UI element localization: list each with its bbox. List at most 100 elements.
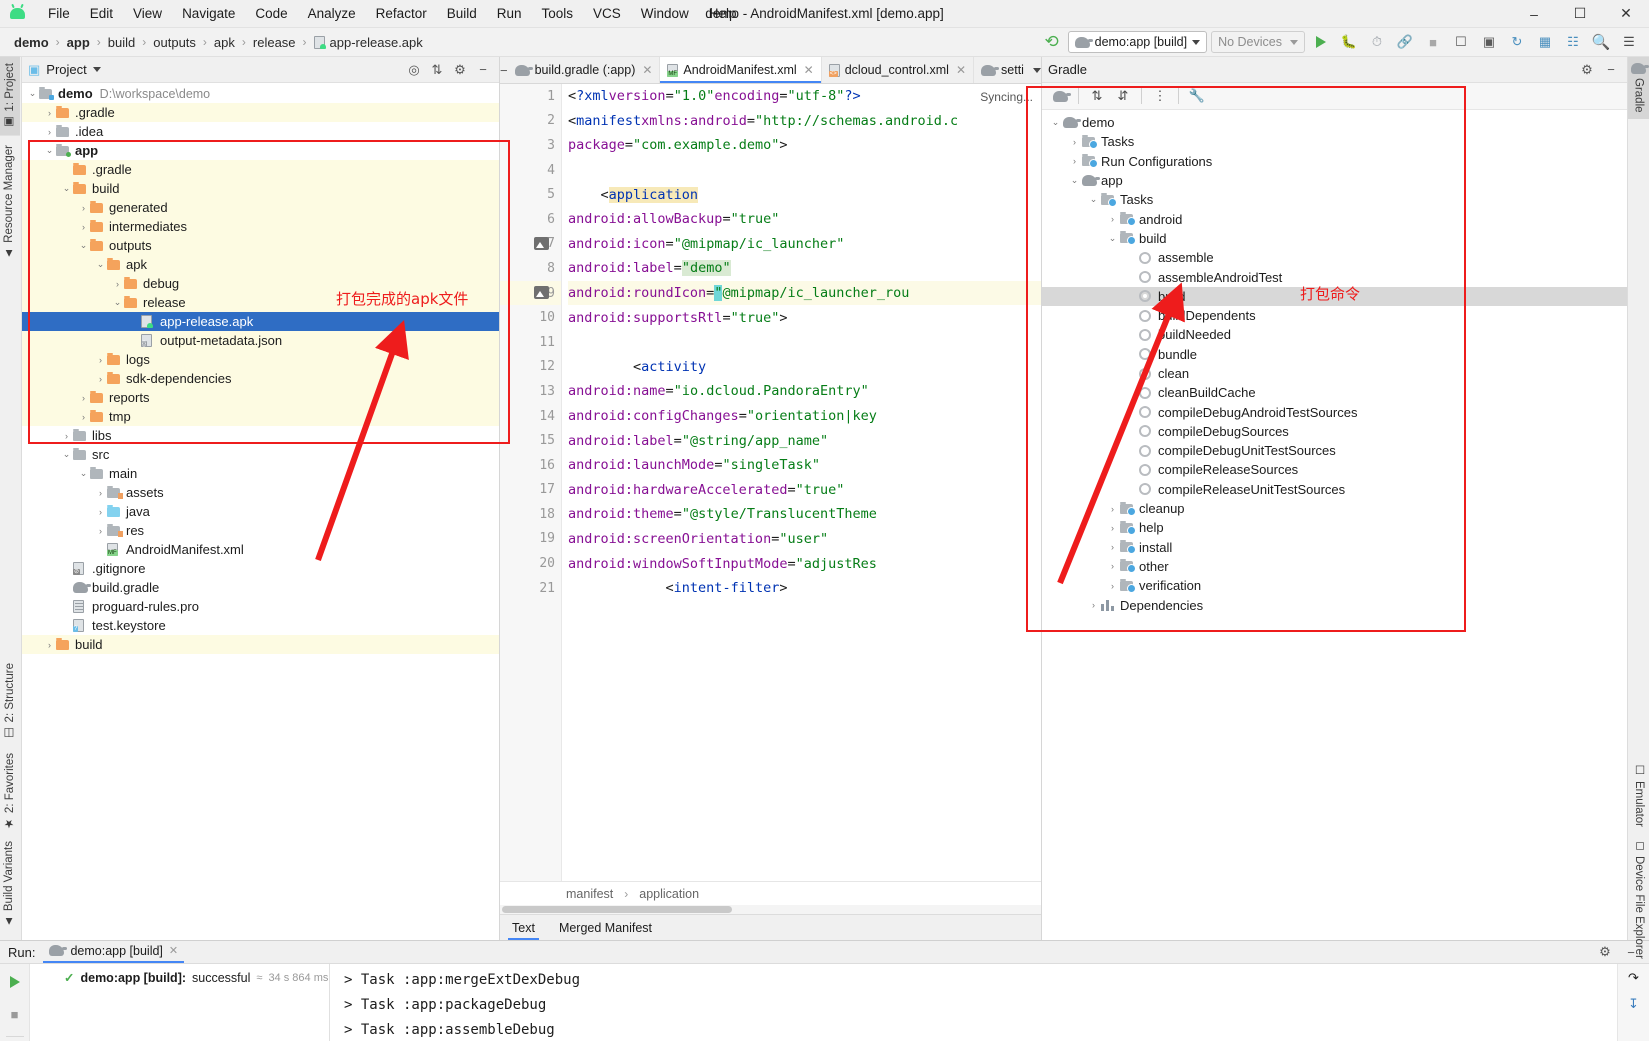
gear-icon[interactable]: ⚙ <box>1577 60 1597 80</box>
project-tree-item[interactable]: ⊘ .gitignore <box>22 559 499 578</box>
collapse-all-icon[interactable]: ⇵ <box>1111 86 1135 107</box>
menu-code[interactable]: Code <box>245 3 297 24</box>
collapse-icon[interactable]: − <box>500 57 508 83</box>
maximize-button[interactable]: ☐ <box>1557 0 1603 28</box>
gradle-tree-item[interactable]: ⌄ build <box>1042 229 1627 248</box>
code-line[interactable]: package = "com.example.demo" > <box>568 133 1041 158</box>
expand-arrow-icon[interactable]: › <box>94 488 107 498</box>
project-tree-item[interactable]: › debug <box>22 274 499 293</box>
tab-settings-gradle[interactable]: setti <box>974 57 1041 83</box>
project-tree-item[interactable]: ⌄ build <box>22 179 499 198</box>
chevron-down-icon[interactable] <box>1032 67 1041 73</box>
project-tree-item[interactable]: build.gradle <box>22 578 499 597</box>
image-preview-icon[interactable] <box>534 236 549 250</box>
gradle-tree-item[interactable]: compileDebugAndroidTestSources <box>1042 402 1627 421</box>
gradle-tree-item[interactable]: compileDebugSources <box>1042 422 1627 441</box>
menu-tools[interactable]: Tools <box>532 3 584 24</box>
breadcrumb-outputs[interactable]: outputs <box>151 35 198 50</box>
code-line[interactable]: android:roundIcon = " @mipmap/ic_launcher_r… <box>568 280 1041 306</box>
run-task-tree[interactable]: ✓ demo:app [build]: successful ≈ 34 s 86… <box>30 964 330 1041</box>
expand-arrow-icon[interactable]: › <box>43 640 56 650</box>
expand-arrow-icon[interactable]: › <box>1105 542 1120 552</box>
project-tree-item[interactable]: ⌄ src <box>22 445 499 464</box>
gear-icon[interactable]: ⚙ <box>1595 942 1615 962</box>
build-output-console[interactable]: > Task :app:mergeExtDexDebug > Task :app:… <box>330 964 1617 1041</box>
sidebar-item-gradle[interactable]: Gradle <box>1628 57 1649 119</box>
code-line[interactable]: <activity− <box>568 355 1041 380</box>
soft-wrap-icon[interactable]: ↷ <box>1628 970 1639 986</box>
hammer-icon[interactable]: ⟲ <box>1040 31 1064 53</box>
breadcrumb-file[interactable]: app-release.apk <box>312 35 425 50</box>
project-tree-item[interactable]: › .gradle <box>22 103 499 122</box>
gradle-tree-item[interactable]: buildNeeded <box>1042 325 1627 344</box>
more-icon[interactable]: ☰ <box>1617 31 1641 53</box>
code-line[interactable]: android:theme = "@style/TranslucentTheme <box>568 502 1041 527</box>
expand-arrow-icon[interactable]: › <box>43 127 56 137</box>
project-tree-item[interactable]: › sdk-dependencies <box>22 369 499 388</box>
gradle-tree-item[interactable]: assembleAndroidTest <box>1042 267 1627 286</box>
project-tree-item[interactable]: › logs <box>22 350 499 369</box>
gradle-tree-item[interactable]: build <box>1042 286 1627 306</box>
rerun-icon[interactable] <box>5 972 25 992</box>
project-tree-item[interactable]: proguard-rules.pro <box>22 597 499 616</box>
run-icon[interactable] <box>1309 31 1333 53</box>
sidebar-item-favorites[interactable]: ★ 2: Favorites <box>0 747 20 837</box>
project-tree-item[interactable]: › reports <box>22 388 499 407</box>
expand-arrow-icon[interactable]: › <box>77 203 90 213</box>
run-status-row[interactable]: ✓ demo:app [build]: successful ≈ 34 s 86… <box>34 970 329 986</box>
menu-run[interactable]: Run <box>487 3 532 24</box>
gradle-tree-item[interactable]: ⌄ demo <box>1042 113 1627 132</box>
expand-arrow-icon[interactable]: ⌄ <box>111 297 124 308</box>
scroll-from-source-icon[interactable]: ◎ <box>404 60 424 80</box>
breadcrumb-build[interactable]: build <box>106 35 137 50</box>
tab-merged-manifest[interactable]: Merged Manifest <box>547 915 664 940</box>
expand-arrow-icon[interactable]: › <box>1105 214 1120 224</box>
code-line[interactable]: android:screenOrientation = "user" <box>568 527 1041 552</box>
code-line[interactable]: android:allowBackup = "true" <box>568 207 1041 232</box>
sidebar-item-build-variants[interactable]: ▲ Build Variants <box>0 835 18 933</box>
expand-arrow-icon[interactable]: › <box>1105 504 1120 514</box>
attach-debugger-icon[interactable]: 🔗 <box>1393 31 1417 53</box>
gradle-tree-item[interactable]: › help <box>1042 518 1627 537</box>
stop-icon[interactable]: ■ <box>1421 31 1445 53</box>
code-line[interactable]: android:icon = "@mipmap/ic_launcher" <box>568 232 1041 257</box>
menu-file[interactable]: File <box>38 3 80 24</box>
project-tree[interactable]: ⌄ demo D:\workspace\demo › .gradle › .idea ⌄ app… <box>22 83 499 940</box>
expand-arrow-icon[interactable]: › <box>1105 581 1120 591</box>
menu-window[interactable]: Window <box>631 3 699 24</box>
hide-icon[interactable]: − <box>473 60 493 80</box>
close-button[interactable]: ✕ <box>1603 0 1649 28</box>
project-tree-item[interactable]: › .idea <box>22 122 499 141</box>
expand-arrow-icon[interactable]: ⌄ <box>1105 233 1120 244</box>
run-tab[interactable]: demo:app [build] ✕ <box>43 942 185 963</box>
chevron-down-icon[interactable] <box>92 67 101 72</box>
project-tree-item[interactable]: {} output-metadata.json <box>22 331 499 350</box>
expand-arrow-icon[interactable]: ⌄ <box>77 468 90 479</box>
gradle-task-tree[interactable]: ⌄ demo › Tasks › Run Configurations ⌄ app ⌄ Tasks… <box>1042 110 1627 940</box>
code-line[interactable] <box>568 330 1041 355</box>
expand-arrow-icon[interactable]: ⌄ <box>43 145 56 156</box>
search-icon[interactable]: 🔍 <box>1589 31 1613 53</box>
project-tree-item[interactable]: MF AndroidManifest.xml <box>22 540 499 559</box>
code-line[interactable]: android:windowSoftInputMode = "adjustRes <box>568 551 1041 576</box>
menu-build[interactable]: Build <box>437 3 487 24</box>
toggle-offline-icon[interactable]: ⋮ <box>1148 86 1172 107</box>
gradle-tree-item[interactable]: › Run Configurations <box>1042 152 1627 171</box>
gradle-tree-item[interactable]: buildDependents <box>1042 306 1627 325</box>
gradle-sync-icon[interactable]: ↻ <box>1505 31 1529 53</box>
project-tree-item[interactable]: › libs <box>22 426 499 445</box>
code-line[interactable]: android:configChanges = "orientation|key <box>568 404 1041 429</box>
profile-icon[interactable]: ⏱ <box>1365 31 1389 53</box>
tab-android-manifest[interactable]: MF AndroidManifest.xml ✕ <box>660 57 822 83</box>
project-tree-item[interactable]: › generated <box>22 198 499 217</box>
gradle-tree-item[interactable]: cleanBuildCache <box>1042 383 1627 402</box>
expand-arrow-icon[interactable]: › <box>94 374 107 384</box>
expand-arrow-icon[interactable]: › <box>1086 600 1101 610</box>
breadcrumb-app[interactable]: app <box>65 35 92 50</box>
menu-navigate[interactable]: Navigate <box>172 3 245 24</box>
gradle-tree-item[interactable]: › Tasks <box>1042 132 1627 151</box>
expand-arrow-icon[interactable]: › <box>60 431 73 441</box>
code-line[interactable]: android:supportsRtl = "true" > <box>568 305 1041 330</box>
layout-inspector-icon[interactable]: ▦ <box>1533 31 1557 53</box>
menu-refactor[interactable]: Refactor <box>366 3 437 24</box>
